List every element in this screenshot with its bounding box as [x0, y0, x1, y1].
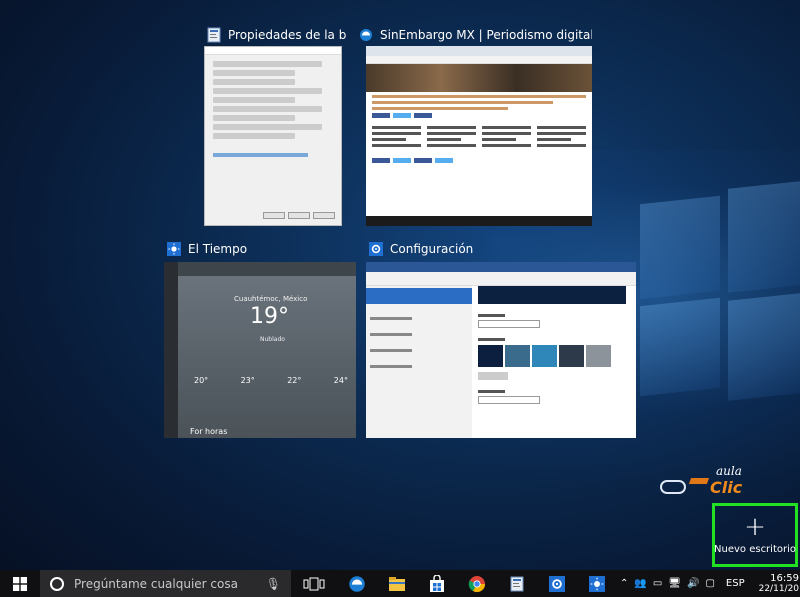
- weather-footer: For horas: [190, 427, 228, 436]
- forecast-temp: 22°: [287, 376, 302, 385]
- taskbar-properties-icon: [510, 576, 524, 591]
- taskbar-chrome[interactable]: [457, 570, 497, 597]
- clock[interactable]: 16:59 22/11/2015: [753, 573, 800, 595]
- taskbar-properties[interactable]: [497, 570, 537, 597]
- window-title-settings[interactable]: Configuración: [368, 241, 636, 257]
- window-thumbnail-browser[interactable]: [366, 46, 592, 226]
- chrome-icon: [468, 575, 486, 592]
- network-icon[interactable]: 🖥: [665, 578, 684, 589]
- action-center-icon[interactable]: ▢: [702, 578, 717, 589]
- settings-icon: [549, 575, 565, 592]
- forecast-temp: 24°: [333, 376, 348, 385]
- new-desktop-button[interactable]: + Nuevo escritorio: [712, 503, 798, 567]
- window-title-browser[interactable]: SinEmbargo MX | Periodismo digital con r…: [358, 27, 592, 43]
- system-tray: ⌃ 👥 ▭ 🖥 🔊 ▢ ESP 16:59 22/11/2015: [617, 570, 800, 597]
- show-hidden-icons-chevron-up-icon[interactable]: ⌃: [617, 578, 631, 589]
- taskbar-settings[interactable]: [537, 570, 577, 597]
- taskbar-properties-icon: [206, 27, 222, 43]
- task-view-button[interactable]: [291, 570, 337, 597]
- search-box[interactable]: Pregúntame cualquier cosa 🎙: [40, 570, 291, 597]
- clock-time: 16:59: [770, 572, 799, 584]
- weather-condition: Nublado: [260, 336, 285, 343]
- weather-city: Cuauhtémoc, México: [234, 295, 308, 303]
- store-icon: [430, 574, 444, 592]
- window-thumbnail-weather[interactable]: Cuauhtémoc, México 19° Nublado 20° 23° 2…: [164, 262, 356, 438]
- cortana-icon: [50, 576, 64, 591]
- volume-icon[interactable]: 🔊: [684, 578, 702, 589]
- file-explorer-icon: [389, 576, 405, 591]
- edge-icon: [349, 575, 365, 592]
- sun-icon: [166, 241, 182, 257]
- forecast-temp: 20°: [194, 376, 209, 385]
- window-title-text: SinEmbargo MX | Periodismo digital con r…: [380, 28, 592, 42]
- edge-icon: [358, 27, 374, 43]
- input-language[interactable]: ESP: [718, 578, 753, 589]
- microphone-icon[interactable]: 🎙: [266, 577, 281, 591]
- task-view-icon: [303, 577, 325, 590]
- search-placeholder: Pregúntame cualquier cosa: [74, 576, 238, 591]
- power-icon[interactable]: ▭: [650, 578, 665, 589]
- window-thumbnail-properties[interactable]: [204, 46, 342, 226]
- aulaclic-logo: aula Clic: [660, 460, 760, 502]
- window-title-weather[interactable]: El Tiempo: [166, 241, 356, 257]
- taskbar-weather[interactable]: [577, 570, 617, 597]
- taskbar-file-explorer[interactable]: [377, 570, 417, 597]
- windows-logo-pane: [640, 297, 720, 397]
- windows-logo-pane: [728, 181, 800, 293]
- taskbar-edge[interactable]: [337, 570, 377, 597]
- plus-icon: +: [744, 511, 766, 542]
- taskbar: Pregúntame cualquier cosa 🎙 ⌃ 👥 ▭ 🖥 🔊 ▢ …: [0, 570, 800, 597]
- weather-icon: [589, 575, 605, 592]
- clock-date: 22/11/2015: [758, 583, 800, 594]
- windows-logo-pane: [640, 195, 720, 300]
- windows-logo-icon: [13, 576, 27, 591]
- windows-logo-pane: [728, 293, 800, 401]
- window-title-text: El Tiempo: [188, 242, 248, 256]
- taskbar-store[interactable]: [417, 570, 457, 597]
- forecast-temp: 23°: [240, 376, 255, 385]
- people-icon[interactable]: 👥: [631, 578, 649, 589]
- window-title-text: Configuración: [390, 242, 474, 256]
- start-button[interactable]: [0, 570, 40, 597]
- window-title-text: Propiedades de la b...: [228, 28, 346, 42]
- new-desktop-label: Nuevo escritorio: [714, 543, 796, 555]
- gear-icon: [368, 241, 384, 257]
- window-title-properties[interactable]: Propiedades de la b...: [206, 27, 346, 43]
- weather-temperature: 19°: [250, 304, 289, 329]
- window-thumbnail-settings[interactable]: [366, 262, 636, 438]
